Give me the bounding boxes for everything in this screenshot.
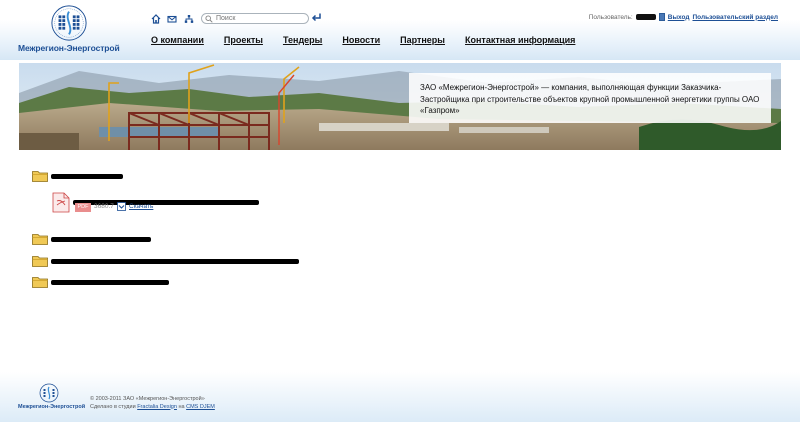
sitemap-icon[interactable] xyxy=(184,14,194,24)
folder-name-redacted xyxy=(51,258,299,264)
nav-item-projects[interactable]: Проекты xyxy=(224,35,263,45)
folder-item[interactable] xyxy=(32,233,151,245)
nav-item-contacts[interactable]: Контактная информация xyxy=(465,35,575,45)
file-type-badge: PDF xyxy=(75,203,91,212)
footer-logo-text: Межрегион-Энергострой xyxy=(18,404,86,410)
logout-link[interactable]: Выход xyxy=(668,14,690,21)
mail-icon[interactable] xyxy=(167,14,177,24)
enter-arrow-icon[interactable] xyxy=(311,12,322,23)
banner-caption: ЗАО «Межрегион-Энергострой» — компания, … xyxy=(409,73,771,123)
footer-made-prefix: Сделано в студии xyxy=(90,403,136,410)
footer-logo[interactable]: Межрегион-Энергострой xyxy=(18,383,86,413)
logo-text: Межрегион-Энергострой xyxy=(18,43,120,53)
user-label: Пользователь: xyxy=(588,13,633,21)
home-icon[interactable] xyxy=(151,14,161,24)
folder-item[interactable] xyxy=(32,276,169,288)
footer-credits: © 2003-2011 ЗАО «Межрегион-Энергострой» … xyxy=(90,396,215,411)
logout-door-icon[interactable] xyxy=(658,13,665,21)
footer-copyright: © 2003-2011 ЗАО «Межрегион-Энергострой» xyxy=(90,396,205,402)
hero-banner: ЗАО «Межрегион-Энергострой» — компания, … xyxy=(19,63,781,150)
search-icon xyxy=(205,15,213,23)
nav-item-partners[interactable]: Партнеры xyxy=(400,35,445,45)
user-bar: Пользователь: Выход Пользовательский раз… xyxy=(589,13,778,21)
folder-item[interactable] xyxy=(32,255,299,267)
nav-item-about[interactable]: О компании xyxy=(151,35,204,45)
folder-name-redacted xyxy=(51,279,169,285)
folder-icon xyxy=(32,256,48,267)
search-input[interactable] xyxy=(201,13,309,24)
folder-icon xyxy=(32,171,48,182)
file-size: 3680.7 xyxy=(94,203,114,210)
studio-link[interactable]: Fractalia Design xyxy=(137,404,177,410)
folder-item[interactable] xyxy=(32,170,123,182)
cms-link[interactable]: CMS DJEM xyxy=(186,404,215,410)
folder-name-redacted xyxy=(51,236,151,242)
personal-section-link[interactable]: Пользовательский раздел xyxy=(692,14,778,21)
nav-item-news[interactable]: Новости xyxy=(342,35,380,45)
download-link[interactable]: Скачать xyxy=(129,203,153,210)
folder-icon xyxy=(32,234,48,245)
logo-emblem-icon xyxy=(51,5,87,41)
footer-made-by: Сделано в студии Fractalia Design на CMS… xyxy=(90,404,215,412)
download-icon[interactable] xyxy=(117,202,126,211)
folder-name-redacted xyxy=(51,173,123,179)
footer-on-word: на xyxy=(178,403,185,410)
nav-item-tenders[interactable]: Тендеры xyxy=(283,35,322,45)
pdf-file-icon[interactable] xyxy=(52,192,70,213)
main-nav: О компании Проекты Тендеры Новости Партн… xyxy=(151,35,595,45)
site-logo[interactable]: Межрегион-Энергострой xyxy=(18,4,130,56)
user-name-redacted xyxy=(635,14,656,20)
footer-logo-emblem-icon xyxy=(39,383,59,403)
folder-icon xyxy=(32,277,48,288)
